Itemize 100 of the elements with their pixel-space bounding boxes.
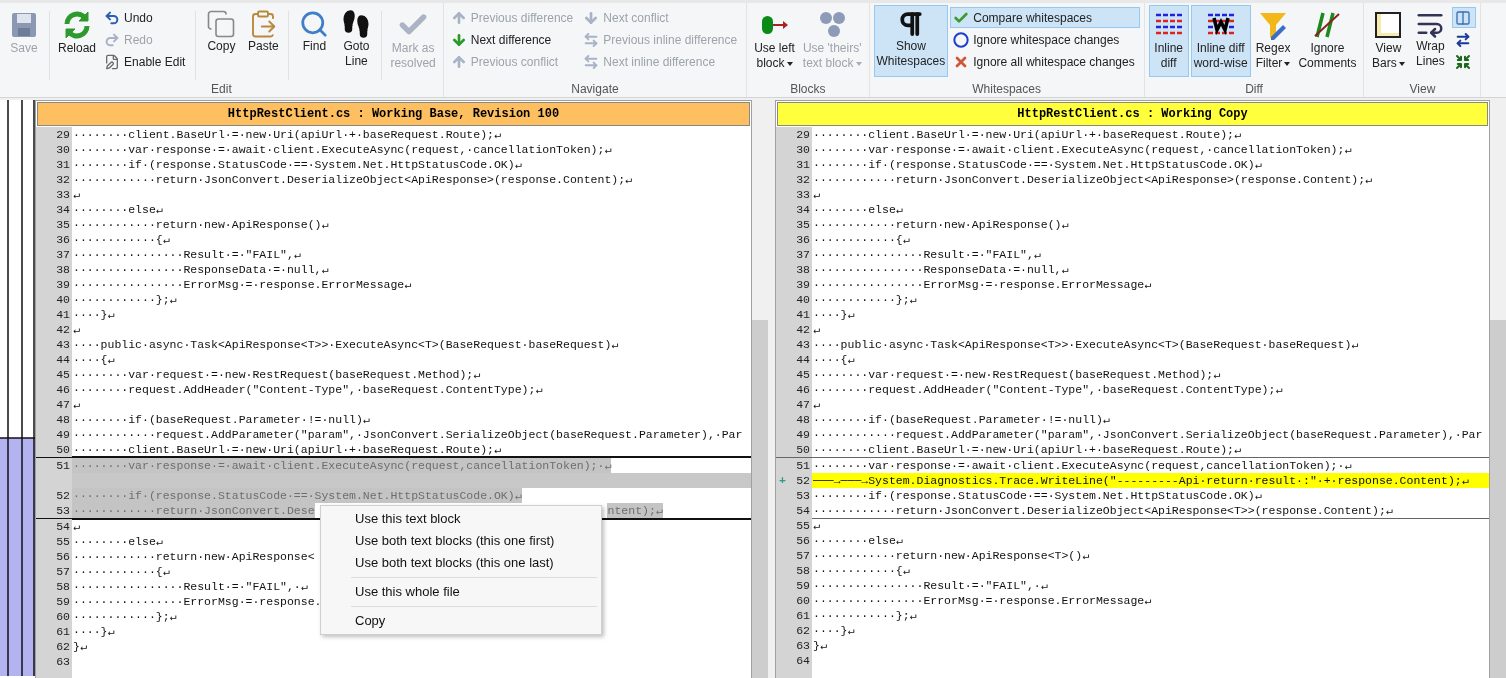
line-number: 35 <box>56 217 70 232</box>
ribbon-button[interactable]: Inline diff <box>1148 5 1189 77</box>
ribbon-button[interactable]: Regex Filter <box>1252 5 1294 74</box>
arrow-down-icon <box>450 31 467 48</box>
left-right-arrow-icon <box>583 53 600 70</box>
swap-icon <box>1455 31 1472 48</box>
code-line: ········var·response·=·await·client.ExecuteAsync(request,·cancellationToken);↵ <box>72 142 612 157</box>
line-number: 49 <box>56 427 70 442</box>
code-line: ········if·(baseRequest.Parameter·!=·null)↵ <box>812 412 1110 427</box>
menu-item[interactable]: Use this text block <box>321 508 601 530</box>
line-number: 62 <box>56 639 70 654</box>
line-number: 42 <box>796 322 810 337</box>
ribbon-button[interactable]: Use left block <box>751 5 798 74</box>
code-line: ············};↵ <box>72 292 177 307</box>
code-line: ················Result·=·"FAIL",↵ <box>72 247 301 262</box>
line-number: 59 <box>56 594 70 609</box>
arrow-up-icon <box>450 53 467 70</box>
line-number: 52 <box>56 488 70 503</box>
line-number: 63 <box>796 638 810 653</box>
line-number: 50 <box>56 442 70 457</box>
code-line: ········else↵ <box>72 202 163 217</box>
code-line: ············return·new·ApiResponse< <box>72 549 315 564</box>
line-number: 34 <box>796 202 810 217</box>
code-line: ············return·JsonConvert.DeserializeObject<ApiResponse>(response.Content);↵ <box>72 172 632 187</box>
code-line: ············{↵ <box>72 232 170 247</box>
group-label: Blocks <box>789 82 827 96</box>
line-number: 30 <box>796 142 810 157</box>
ribbon-button[interactable]: Ignore whitespace changes <box>950 29 1140 50</box>
ribbon-button[interactable]: Ignore all whitespace changes <box>950 51 1140 72</box>
line-number: 53 <box>796 487 810 503</box>
search-icon <box>299 9 330 39</box>
line-number: 63 <box>56 654 70 669</box>
menu-item[interactable]: Copy <box>321 610 601 632</box>
code-line: ········client.BaseUrl·=·new·Uri(apiUrl·+·baseRequest.Route);↵ <box>72 442 501 457</box>
code-line: ············return·JsonConvert.DeserializeObject<ApiResponse<T>>(response.Content);↵ <box>812 502 1393 518</box>
code-line: ↵ <box>812 322 820 337</box>
code-line: ····}↵ <box>72 624 115 639</box>
line-number: 40 <box>796 292 810 307</box>
line-number: 44 <box>56 352 70 367</box>
ribbon-button[interactable]: Compare whitespaces <box>950 7 1140 28</box>
line-number: 52 <box>796 472 810 488</box>
line-number: 56 <box>796 533 810 548</box>
code-line: ········if·(baseRequest.Parameter·!=·null)↵ <box>72 412 370 427</box>
ribbon-button[interactable]: Find <box>294 5 335 57</box>
code-line: ····{↵ <box>72 352 115 367</box>
line-number: 40 <box>56 292 70 307</box>
ribbon-button[interactable]: Enable Edit <box>101 51 191 72</box>
line-number: 46 <box>56 382 70 397</box>
redo-icon <box>104 31 121 48</box>
code-line: ········client.BaseUrl·=·new·Uri(apiUrl·+·baseRequest.Route);↵ <box>812 442 1241 457</box>
ribbon-button[interactable]: Copy <box>201 5 242 57</box>
line-number: 54 <box>56 519 70 534</box>
line-number: 64 <box>796 653 810 668</box>
code-line: ················Result·=·"FAIL",·↵ <box>812 578 1048 593</box>
ribbon-button[interactable]: Inline diff word-wise <box>1190 5 1251 77</box>
code-line: ····}↵ <box>812 307 855 322</box>
line-number: 41 <box>56 307 70 322</box>
code-line: ········var·response·=·await·client.ExecuteAsync(request,cancellationToken);·↵ <box>812 457 1352 473</box>
line-number: 30 <box>56 142 70 157</box>
ribbon-button[interactable]: Goto Line <box>336 5 377 72</box>
line-number: 49 <box>796 427 810 442</box>
menu-item[interactable]: Use this whole file <box>321 581 601 603</box>
code-line: ↵ <box>812 397 820 412</box>
code-line: ············return·JsonConvert.DeserializeObject<ApiResponse>(response.Content);↵ <box>812 172 1372 187</box>
ribbon-button[interactable]: Paste <box>243 5 284 57</box>
code-line: ············return·new·ApiResponse()↵ <box>812 217 1069 232</box>
line-number: 55 <box>56 534 70 549</box>
code-line: ················ResponseData·=·null,↵ <box>812 262 1069 277</box>
menu-item[interactable]: Use both text blocks (this one first) <box>321 530 601 552</box>
line-number: 53 <box>56 503 70 518</box>
ribbon-button[interactable]: Wrap Lines <box>1410 5 1451 72</box>
copy-icon <box>206 9 237 39</box>
code-line: ············request.AddParameter("param",·JsonConvert.SerializeObject(baseRequest.Parameter),·Par <box>72 427 743 442</box>
code-line: ········var·request·=·new·RestRequest(baseRequest.Method);↵ <box>72 367 481 382</box>
line-number: 42 <box>56 322 70 337</box>
code-line: ········var·response·=·await·client.ExecuteAsync(request,·cancellationToken);↵ <box>812 142 1352 157</box>
code-line: ↵ <box>812 187 820 202</box>
line-number: 43 <box>796 337 810 352</box>
code-line: ····{↵ <box>812 352 855 367</box>
line-number: 59 <box>796 578 810 593</box>
ribbon-button[interactable]: Reload <box>55 5 100 59</box>
code-line: ↵ <box>812 518 820 533</box>
ribbon-button[interactable]: View Bars <box>1368 5 1409 74</box>
code-line: ········request.AddHeader("Content-Type",·baseRequest.ContentType);↵ <box>72 382 543 397</box>
code-line: ····public·async·Task<ApiResponse<T>>·ExecuteAsync<T>(BaseRequest·baseRequest)↵ <box>72 337 619 352</box>
code-line: ············request.AddParameter("param",·JsonConvert.SerializeObject(baseRequest.Parameter),·Par <box>812 427 1483 442</box>
line-number: 57 <box>796 548 810 563</box>
ribbon-button[interactable]: Show Whitespaces <box>873 5 949 77</box>
line-number: 58 <box>56 579 70 594</box>
ribbon-button[interactable]: Ignore Comments <box>1295 5 1360 74</box>
ribbon-button[interactable]: Next difference <box>447 29 579 50</box>
line-number: 35 <box>796 217 810 232</box>
arrow-down-icon <box>583 9 600 26</box>
pane-title: HttpRestClient.cs : Working Copy <box>777 102 1488 126</box>
line-number: 46 <box>796 382 810 397</box>
line-number: 47 <box>796 397 810 412</box>
line-number: 50 <box>796 442 810 457</box>
ribbon-button[interactable]: Undo <box>101 7 191 28</box>
menu-item[interactable]: Use both text blocks (this one last) <box>321 552 601 574</box>
code-line: ················Result·=·"FAIL",↵ <box>812 247 1041 262</box>
